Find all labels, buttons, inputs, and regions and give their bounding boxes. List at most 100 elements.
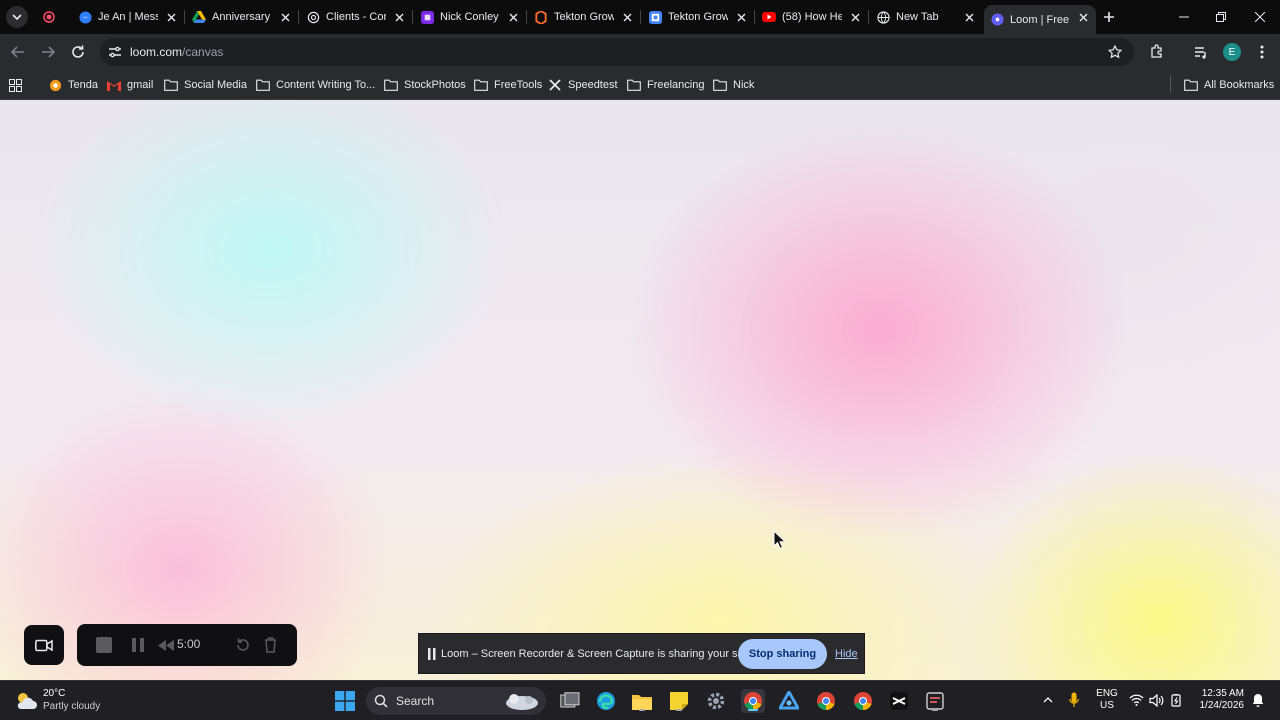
volume-indicator[interactable] [1148,692,1164,708]
notifications-button[interactable] [1250,692,1266,708]
new-tab-button[interactable] [1100,8,1118,26]
close-window-button[interactable] [1251,8,1269,26]
tab-recording[interactable] [36,5,66,29]
bookmark-speedtest[interactable]: Speedtest [548,76,618,94]
taskbar-search[interactable]: Search [366,687,546,715]
snipping-tool-app[interactable] [923,689,947,713]
search-label: Search [396,694,435,708]
close-icon[interactable] [164,10,178,24]
show-hidden-icons-button[interactable] [1040,692,1056,708]
close-icon[interactable] [620,10,634,24]
tab-canva[interactable]: Nick Conley [414,5,527,29]
tab-divider [868,10,869,24]
chrome-menu-button[interactable] [1253,43,1271,61]
edge-app[interactable] [594,689,618,713]
youtube-icon [762,10,776,24]
close-icon[interactable] [962,10,976,24]
tab-drive[interactable]: Anniversary [186,5,299,29]
wifi-indicator[interactable] [1128,692,1144,708]
arrow-right-icon [42,46,55,58]
hide-notice-link[interactable]: Hide [835,648,858,660]
record-icon [42,10,56,24]
close-icon[interactable] [278,10,292,24]
bookmark-tenda[interactable]: Tenda [48,76,98,94]
bookmark-freelancing[interactable]: Freelancing [627,76,704,94]
task-view-button[interactable] [558,689,582,713]
restart-button[interactable] [235,637,251,653]
bookmark-nick[interactable]: Nick [713,76,754,94]
puzzle-icon [1151,44,1162,58]
profile-avatar[interactable]: E [1223,43,1241,61]
tab-messenger[interactable]: Je An | Mess [72,5,185,29]
wifi-icon [1129,694,1143,706]
all-bookmarks-button[interactable]: All Bookmarks [1184,76,1274,94]
bookmark-label: Tenda [68,79,98,91]
close-icon[interactable] [506,10,520,24]
notification-bell-icon [1252,694,1264,707]
restore-button[interactable] [1212,8,1230,26]
tab-new-tab[interactable]: New Tab [870,5,982,29]
start-button[interactable] [333,689,357,713]
forward-button[interactable] [39,43,57,61]
tab-tekton[interactable]: Tekton Grow [528,5,641,29]
language-indicator[interactable]: ENG US [1096,688,1118,712]
bookmark-content-writing[interactable]: Content Writing To... [256,76,375,94]
messenger-icon [78,10,92,24]
chrome-profile-app[interactable] [814,689,838,713]
copilot-app[interactable] [777,689,801,713]
gear-icon [707,692,725,710]
folder-icon [164,78,178,92]
back-button[interactable] [9,43,27,61]
stop-sharing-button[interactable]: Stop sharing [738,639,827,669]
bookmark-label: FreeTools [494,79,543,91]
sharing-message: Loom – Screen Recorder & Screen Capture … [441,648,769,660]
chrome-profile-app-2[interactable] [851,689,875,713]
globe-icon [876,10,890,24]
camera-toggle-button[interactable] [24,625,64,665]
keyboard-region: US [1100,700,1114,711]
reload-button[interactable] [69,43,87,61]
chrome-app-active[interactable] [741,689,765,713]
tab-loom-active[interactable]: Loom | Free [984,5,1096,34]
microphone-indicator[interactable] [1066,692,1082,708]
running-indicator [639,709,645,711]
delete-button[interactable] [262,636,278,654]
bookmark-stockphotos[interactable]: StockPhotos [384,76,466,94]
extensions-button[interactable] [1148,43,1166,61]
windows-taskbar: 20°C Partly cloudy Search ENG US 12:35 A… [0,680,1280,720]
rewind-button[interactable] [157,638,175,652]
capcut-app[interactable] [887,689,911,713]
sticky-notes-app[interactable] [667,689,691,713]
address-bar[interactable]: loom.com/canvas [100,38,1134,66]
chrome-icon [817,692,835,710]
system-clock[interactable]: 12:35 AM 1/24/2026 [1192,688,1245,712]
media-control-button[interactable] [1192,43,1210,61]
apps-button[interactable] [9,76,22,94]
partly-cloudy-icon[interactable] [14,689,38,713]
tab-divider [184,10,185,24]
loom-canvas-background [0,100,1280,680]
bookmark-star-icon[interactable] [1108,45,1122,59]
close-icon[interactable] [392,10,406,24]
bookmark-social-media[interactable]: Social Media [164,76,247,94]
minimize-button[interactable] [1175,8,1193,26]
tab-youtube[interactable]: (58) How He [756,5,869,29]
close-icon[interactable] [848,10,862,24]
bookmark-label: Speedtest [568,79,618,91]
bookmark-gmail[interactable]: gmail [107,76,153,94]
tab-title: Tekton Grow [668,11,728,23]
settings-app[interactable] [704,689,728,713]
file-explorer-app[interactable] [630,689,654,713]
pause-button[interactable] [130,637,146,653]
close-icon[interactable] [734,10,748,24]
close-icon[interactable] [1076,10,1090,24]
trash-icon [264,637,276,653]
site-settings-icon[interactable] [108,45,122,59]
tab-search-button[interactable] [6,6,28,28]
tab-chatgpt[interactable]: Clients - Cor [300,5,413,29]
tab-docs[interactable]: Tekton Grow [642,5,755,29]
stop-recording-button[interactable] [96,637,112,653]
bookmark-freetools[interactable]: FreeTools [474,76,542,94]
battery-indicator[interactable] [1168,692,1184,708]
edge-icon [597,692,615,710]
